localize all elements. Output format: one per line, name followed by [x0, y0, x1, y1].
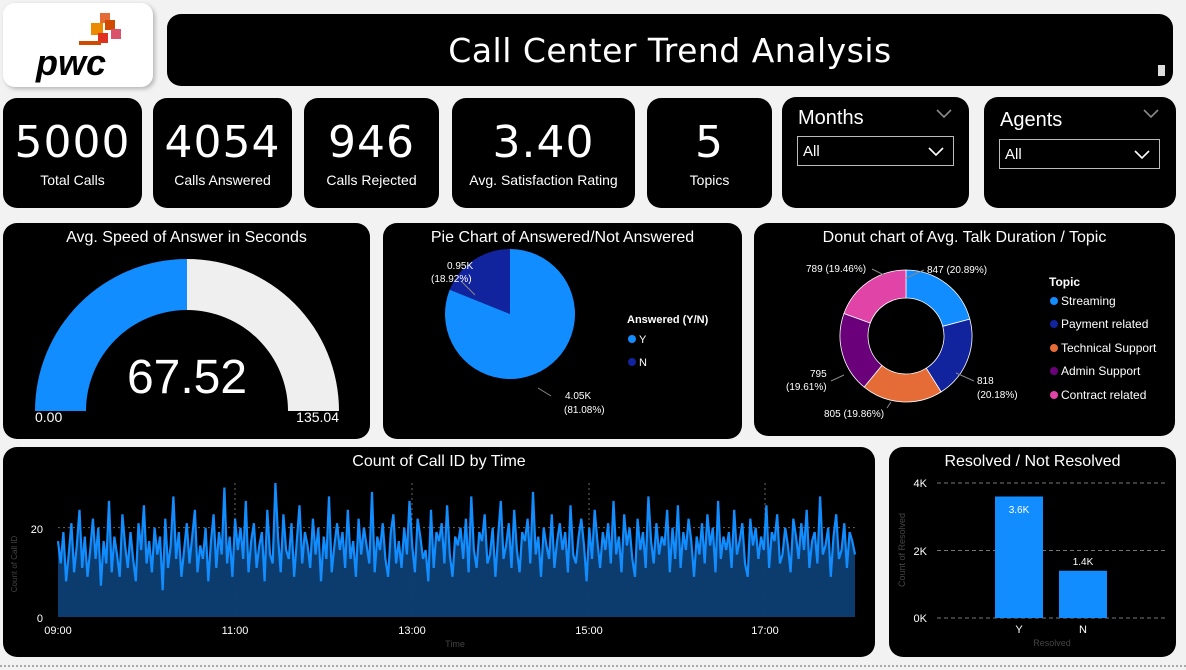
kpi-value: 946: [328, 117, 415, 168]
scroll-handle[interactable]: [1158, 65, 1165, 76]
agents-slicer-title: Agents: [1000, 109, 1063, 131]
legend-dot-y: [628, 335, 636, 343]
months-dropdown[interactable]: All: [797, 136, 954, 166]
time-series-card: Count of Call ID by Time 0 20 09:00 11:0…: [3, 447, 875, 657]
chevron-down-icon: [1134, 150, 1150, 160]
kpi-topics: 5 Topics: [647, 98, 772, 208]
kpi-label: Calls Rejected: [326, 172, 417, 188]
pie-chart: 0.95K (18.92%) 4.05K (81.08%) Answered (…: [431, 249, 709, 416]
x-tick: 17:00: [751, 625, 779, 637]
x-axis-title: Resolved: [1033, 638, 1071, 648]
pwc-logo-card: pwc: [3, 3, 153, 87]
agents-dropdown[interactable]: All: [999, 139, 1160, 169]
months-slicer-title: Months: [798, 107, 864, 129]
pie-label-y-pct: (81.08%): [564, 405, 605, 416]
donut-legend-title: Topic: [1049, 275, 1080, 289]
kpi-label: Topics: [689, 172, 730, 188]
bar-label-y: 3.6K: [1009, 505, 1030, 516]
x-axis-title: Time: [445, 639, 465, 649]
gauge-chart: 67.52 0.00 135.04: [35, 259, 339, 425]
pwc-logo: pwc: [35, 13, 121, 83]
donut-label-streaming: 847 (20.89%): [927, 265, 987, 276]
kpi-calls-rejected: 946 Calls Rejected: [304, 98, 439, 208]
kpi-label: Total Calls: [40, 172, 105, 188]
chevron-down-icon: [928, 147, 944, 157]
pie-legend-title: Answered (Y/N): [627, 314, 709, 326]
donut-label-contract: 789 (19.46%): [806, 264, 866, 275]
bar-label-n: 1.4K: [1073, 557, 1094, 568]
kpi-value: 3.40: [492, 117, 595, 168]
kpi-satisfaction: 3.40 Avg. Satisfaction Rating: [452, 98, 635, 208]
legend-contract: Contract related: [1061, 388, 1146, 402]
donut-chart: 847 (20.89%) 818 (20.18%) 805 (19.86%) 7…: [786, 264, 1157, 420]
pie-label-y-value: 4.05K: [565, 391, 591, 402]
kpi-value: 5: [695, 117, 724, 168]
y-tick: 0K: [914, 613, 928, 625]
kpi-total-calls: 5000 Total Calls: [3, 98, 142, 208]
kpi-calls-answered: 4054 Calls Answered: [153, 98, 292, 208]
bar-n: [1059, 570, 1107, 618]
kpi-label: Avg. Satisfaction Rating: [469, 172, 618, 188]
logo-text: pwc: [35, 42, 106, 83]
pie-label-n-value: 0.95K: [447, 261, 473, 272]
time-series-chart: 0 20 09:00 11:00 13:00 15:00 17:00 Time …: [10, 482, 857, 649]
resolved-card: Resolved / Not Resolved 0K 2K 4K Y N 3.6…: [889, 447, 1176, 657]
gauge-min-label: 0.00: [35, 409, 62, 425]
x-tick: 15:00: [575, 625, 603, 637]
legend-payment: Payment related: [1061, 317, 1148, 331]
x-tick: Y: [1015, 624, 1023, 636]
legend-technical: Technical Support: [1061, 341, 1157, 355]
legend-streaming: Streaming: [1061, 294, 1116, 308]
gauge-max-label: 135.04: [296, 409, 339, 425]
gauge-value-label: 67.52: [127, 351, 247, 404]
chevron-down-icon[interactable]: [1142, 107, 1160, 119]
pie-legend-n: N: [639, 357, 647, 369]
donut-label-admin-2: (19.61%): [786, 382, 827, 393]
donut-label-payment-2: (20.18%): [977, 390, 1018, 401]
legend-dot-n: [628, 358, 636, 366]
donut-slice-4: [843, 269, 907, 324]
kpi-label: Calls Answered: [174, 172, 271, 188]
y-tick: 4K: [914, 478, 928, 490]
months-slicer: Months All: [782, 97, 969, 208]
title-bar: Call Center Trend Analysis: [167, 14, 1173, 86]
legend-admin: Admin Support: [1061, 364, 1141, 378]
donut-label-technical: 805 (19.86%): [824, 409, 884, 420]
pie-card: Pie Chart of Answered/Not Answered 0.95K…: [383, 223, 742, 439]
page-title: Call Center Trend Analysis: [448, 30, 892, 70]
resolved-bar-chart: 0K 2K 4K Y N 3.6K 1.4K Resolved Count of…: [897, 478, 1167, 648]
donut-card: Donut chart of Avg. Talk Duration / Topi…: [754, 223, 1175, 436]
agents-slicer: Agents All: [984, 97, 1176, 208]
x-tick: 13:00: [398, 625, 426, 637]
y-tick: 0: [37, 613, 43, 625]
x-tick: 11:00: [222, 625, 249, 637]
x-tick: 09:00: [44, 625, 72, 637]
donut-label-payment-1: 818: [977, 376, 994, 387]
donut-slice-0: [905, 269, 971, 327]
months-selected-value: All: [803, 142, 820, 160]
chevron-down-icon[interactable]: [935, 107, 953, 119]
donut-label-admin-1: 795: [810, 369, 827, 380]
y-axis-title: Count of Resolved: [897, 513, 907, 587]
pie-legend-y: Y: [639, 334, 647, 346]
gauge-card: Avg. Speed of Answer in Seconds 67.52 0.…: [3, 223, 370, 439]
kpi-value: 5000: [14, 117, 131, 168]
agents-selected-value: All: [1005, 145, 1022, 163]
pie-label-n-pct: (18.92%): [431, 274, 472, 285]
y-tick: 2K: [914, 546, 928, 558]
x-tick: N: [1079, 624, 1087, 636]
y-axis-title: Count of Call ID: [10, 536, 19, 593]
y-tick: 20: [31, 524, 43, 536]
kpi-value: 4054: [164, 117, 281, 168]
page-border: [0, 665, 1186, 667]
